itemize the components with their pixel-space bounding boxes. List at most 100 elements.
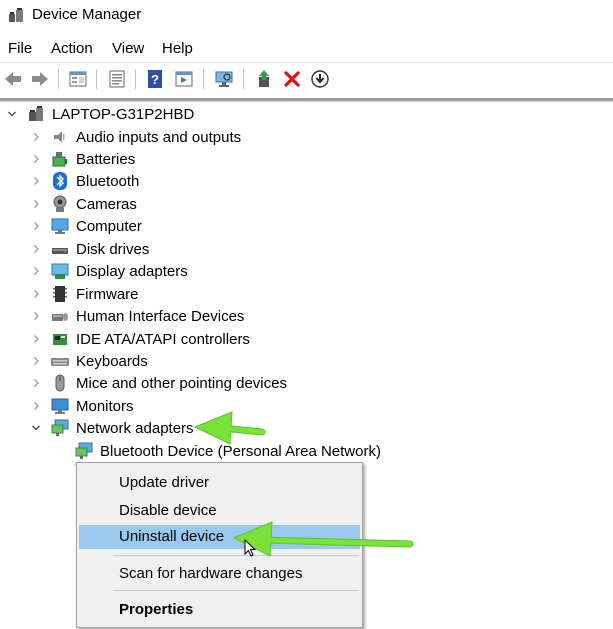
menu-file[interactable]: File xyxy=(8,40,32,57)
tree-category-label: Display adapters xyxy=(76,262,188,280)
scan-monitor-icon[interactable] xyxy=(212,67,236,91)
chevron-right-icon[interactable] xyxy=(30,198,42,210)
chevron-right-icon[interactable] xyxy=(30,153,42,165)
battery-icon xyxy=(50,149,70,169)
keyboard-icon xyxy=(50,351,70,371)
svg-text:?: ? xyxy=(151,72,159,87)
menu-disable-device[interactable]: Disable device xyxy=(79,499,360,523)
menu-scan-hardware[interactable]: Scan for hardware changes xyxy=(79,562,360,586)
title-bar: Device Manager xyxy=(0,0,613,32)
menu-properties[interactable]: Properties xyxy=(79,598,360,622)
computer-icon xyxy=(50,216,70,236)
speaker-icon xyxy=(50,127,70,147)
ide-controller-icon xyxy=(50,329,70,349)
toolbar-separator xyxy=(203,69,204,89)
tree-category-network-adapters[interactable]: Network adapters xyxy=(0,417,613,439)
toolbar-separator xyxy=(96,69,97,89)
tree-device-label: Bluetooth Device (Personal Area Network) xyxy=(100,442,381,460)
menu-view[interactable]: View xyxy=(112,40,144,57)
chevron-right-icon[interactable] xyxy=(30,220,42,232)
tree-category-monitors[interactable]: Monitors xyxy=(0,395,613,417)
view-icon[interactable] xyxy=(172,67,196,91)
toolbar: ? xyxy=(0,62,613,94)
menu-item-label: Update driver xyxy=(119,474,210,491)
help-icon[interactable]: ? xyxy=(143,67,167,91)
chevron-right-icon[interactable] xyxy=(30,355,42,367)
download-icon[interactable] xyxy=(308,67,332,91)
window-title: Device Manager xyxy=(32,6,142,23)
tree-category-label: Cameras xyxy=(76,195,137,213)
chevron-right-icon[interactable] xyxy=(30,243,42,255)
chevron-right-icon[interactable] xyxy=(30,288,42,300)
network-adapter-icon xyxy=(74,441,94,461)
mouse-icon xyxy=(50,373,70,393)
context-menu: Update driver Disable device Uninstall d… xyxy=(76,462,363,628)
menu-separator xyxy=(113,555,359,556)
update-driver-icon[interactable] xyxy=(252,67,276,91)
chevron-down-icon[interactable] xyxy=(6,108,18,120)
display-adapter-icon xyxy=(50,261,70,281)
forward-arrow-icon[interactable] xyxy=(28,67,52,91)
tree-category-display-adapters[interactable]: Display adapters xyxy=(0,260,613,282)
menu-item-label: Uninstall device xyxy=(119,528,225,545)
chevron-right-icon[interactable] xyxy=(30,265,42,277)
hid-icon xyxy=(50,306,70,326)
chevron-right-icon[interactable] xyxy=(30,333,42,345)
back-arrow-icon[interactable] xyxy=(1,67,25,91)
chevron-right-icon[interactable] xyxy=(30,310,42,322)
menu-separator xyxy=(113,590,359,591)
uninstall-x-icon[interactable] xyxy=(280,67,304,91)
tree-category-disk-drives[interactable]: Disk drives xyxy=(0,238,613,260)
menu-action[interactable]: Action xyxy=(51,40,93,57)
chevron-right-icon[interactable] xyxy=(30,131,42,143)
menu-item-label: Disable device xyxy=(119,502,217,519)
tree-category-ide-ata-atapi-controllers[interactable]: IDE ATA/ATAPI controllers xyxy=(0,328,613,350)
laptop-icon xyxy=(26,104,46,124)
tree-category-human-interface-devices[interactable]: Human Interface Devices xyxy=(0,305,613,327)
details-icon[interactable] xyxy=(105,67,129,91)
tree-category-keyboards[interactable]: Keyboards xyxy=(0,350,613,372)
tree-category-mice-and-other-pointing-devices[interactable]: Mice and other pointing devices xyxy=(0,372,613,394)
device-manager-icon xyxy=(7,6,25,24)
chevron-right-icon[interactable] xyxy=(30,377,42,389)
disk-drive-icon xyxy=(50,239,70,259)
chevron-right-icon[interactable] xyxy=(30,175,42,187)
tree-category-cameras[interactable]: Cameras xyxy=(0,193,613,215)
tree-category-label: IDE ATA/ATAPI controllers xyxy=(76,330,250,348)
tree-category-label: Mice and other pointing devices xyxy=(76,374,287,392)
tree-category-label: Batteries xyxy=(76,150,136,168)
menu-help[interactable]: Help xyxy=(162,40,193,57)
tree-category-firmware[interactable]: Firmware xyxy=(0,283,613,305)
firmware-icon xyxy=(50,284,70,304)
tree-category-computer[interactable]: Computer xyxy=(0,215,613,237)
tree-device-bluetooth-pan[interactable]: Bluetooth Device (Personal Area Network) xyxy=(0,440,613,462)
toolbar-separator xyxy=(243,69,244,89)
toolbar-separator xyxy=(58,69,59,89)
monitor-icon xyxy=(50,396,70,416)
menu-item-label: Properties xyxy=(119,601,194,618)
tree-category-label: Computer xyxy=(76,217,142,235)
properties-icon[interactable] xyxy=(66,67,90,91)
tree-category-audio-inputs-and-outputs[interactable]: Audio inputs and outputs xyxy=(0,126,613,148)
tree-category-bluetooth[interactable]: Bluetooth xyxy=(0,170,613,192)
tree-top-border-inner xyxy=(0,101,613,102)
tree-category-label: Disk drives xyxy=(76,240,150,258)
menu-item-label: Scan for hardware changes xyxy=(119,565,303,582)
tree-root[interactable]: LAPTOP-G31P2HBD xyxy=(0,103,613,125)
tree-root-label: LAPTOP-G31P2HBD xyxy=(52,105,195,123)
menu-update-driver[interactable]: Update driver xyxy=(79,471,360,495)
toolbar-separator xyxy=(135,69,136,89)
chevron-down-icon[interactable] xyxy=(30,422,42,434)
tree-category-label: Human Interface Devices xyxy=(76,307,245,325)
tree-category-label: Firmware xyxy=(76,285,139,303)
tree-category-label: Keyboards xyxy=(76,352,148,370)
tree-category-batteries[interactable]: Batteries xyxy=(0,148,613,170)
tree-category-label: Network adapters xyxy=(76,419,194,437)
chevron-right-icon[interactable] xyxy=(30,400,42,412)
menu-bar: File Action View Help xyxy=(0,38,613,60)
tree-category-label: Audio inputs and outputs xyxy=(76,128,242,146)
camera-icon xyxy=(50,194,70,214)
network-adapter-icon xyxy=(50,418,70,438)
tree-category-label: Bluetooth xyxy=(76,172,140,190)
menu-uninstall-device[interactable]: Uninstall device xyxy=(79,525,360,549)
